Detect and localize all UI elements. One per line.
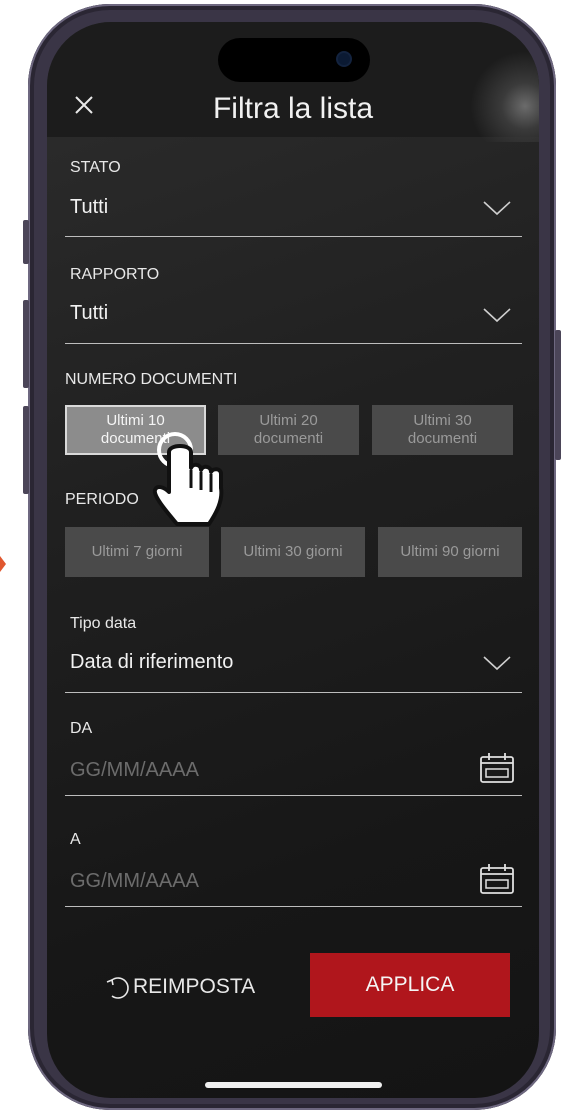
apply-button[interactable]: APPLICA xyxy=(310,953,510,1017)
rapporto-value[interactable]: Tutti xyxy=(70,302,108,325)
hand-pointer-icon xyxy=(147,432,237,532)
a-label: A xyxy=(70,831,81,848)
reset-icon xyxy=(103,972,133,1002)
phone-button xyxy=(23,220,29,264)
chevron-down-icon[interactable] xyxy=(483,200,511,216)
rapporto-underline xyxy=(65,343,522,344)
stato-value[interactable]: Tutti xyxy=(70,196,108,219)
phone-button xyxy=(555,330,561,460)
chip-line: Ultimi 30 xyxy=(413,412,472,429)
chip-line: documenti xyxy=(253,430,324,447)
stato-label: STATO xyxy=(70,159,121,176)
home-indicator[interactable] xyxy=(205,1082,382,1088)
a-date-input[interactable]: GG/MM/AAAA xyxy=(70,870,199,893)
phone-button xyxy=(23,406,29,494)
a-underline xyxy=(65,906,522,907)
side-arrow-marker xyxy=(0,556,6,572)
rapporto-label: RAPPORTO xyxy=(70,266,160,283)
tipo-data-label: Tipo data xyxy=(70,615,137,632)
da-label: DA xyxy=(70,720,93,737)
numero-documenti-label: NUMERO DOCUMENTI xyxy=(65,371,238,388)
chip-ultimi-90-giorni[interactable]: Ultimi 90 giorni xyxy=(378,527,522,577)
da-date-input[interactable]: GG/MM/AAAA xyxy=(70,759,199,782)
chevron-down-icon[interactable] xyxy=(483,655,511,671)
reset-button[interactable]: REIMPOSTA xyxy=(103,972,255,1002)
stato-underline xyxy=(65,236,522,237)
chip-ultimi-20-documenti[interactable]: Ultimi 20 documenti xyxy=(218,405,359,455)
camera-icon xyxy=(338,53,350,65)
periodo-label: PERIODO xyxy=(65,491,139,508)
reset-label: REIMPOSTA xyxy=(133,975,256,998)
chip-ultimi-30-giorni[interactable]: Ultimi 30 giorni xyxy=(221,527,365,577)
tipo-data-value[interactable]: Data di riferimento xyxy=(70,651,233,674)
page-title: Filtra la lista xyxy=(212,92,374,125)
calendar-icon[interactable] xyxy=(479,752,515,784)
app-screen: Filtra la lista STATO Tutti RAPPORTO Tut… xyxy=(47,22,539,1098)
da-underline xyxy=(65,795,522,796)
calendar-icon[interactable] xyxy=(479,863,515,895)
chip-ultimi-30-documenti[interactable]: Ultimi 30 documenti xyxy=(372,405,513,455)
chip-line: Ultimi 20 xyxy=(259,412,318,429)
chip-ultimi-7-giorni[interactable]: Ultimi 7 giorni xyxy=(65,527,209,577)
tipo-data-underline xyxy=(65,692,522,693)
phone-button xyxy=(23,300,29,388)
chip-line: Ultimi 10 xyxy=(106,412,165,429)
dynamic-island xyxy=(218,38,370,82)
chip-line: documenti xyxy=(407,430,478,447)
chevron-down-icon[interactable] xyxy=(483,307,511,323)
